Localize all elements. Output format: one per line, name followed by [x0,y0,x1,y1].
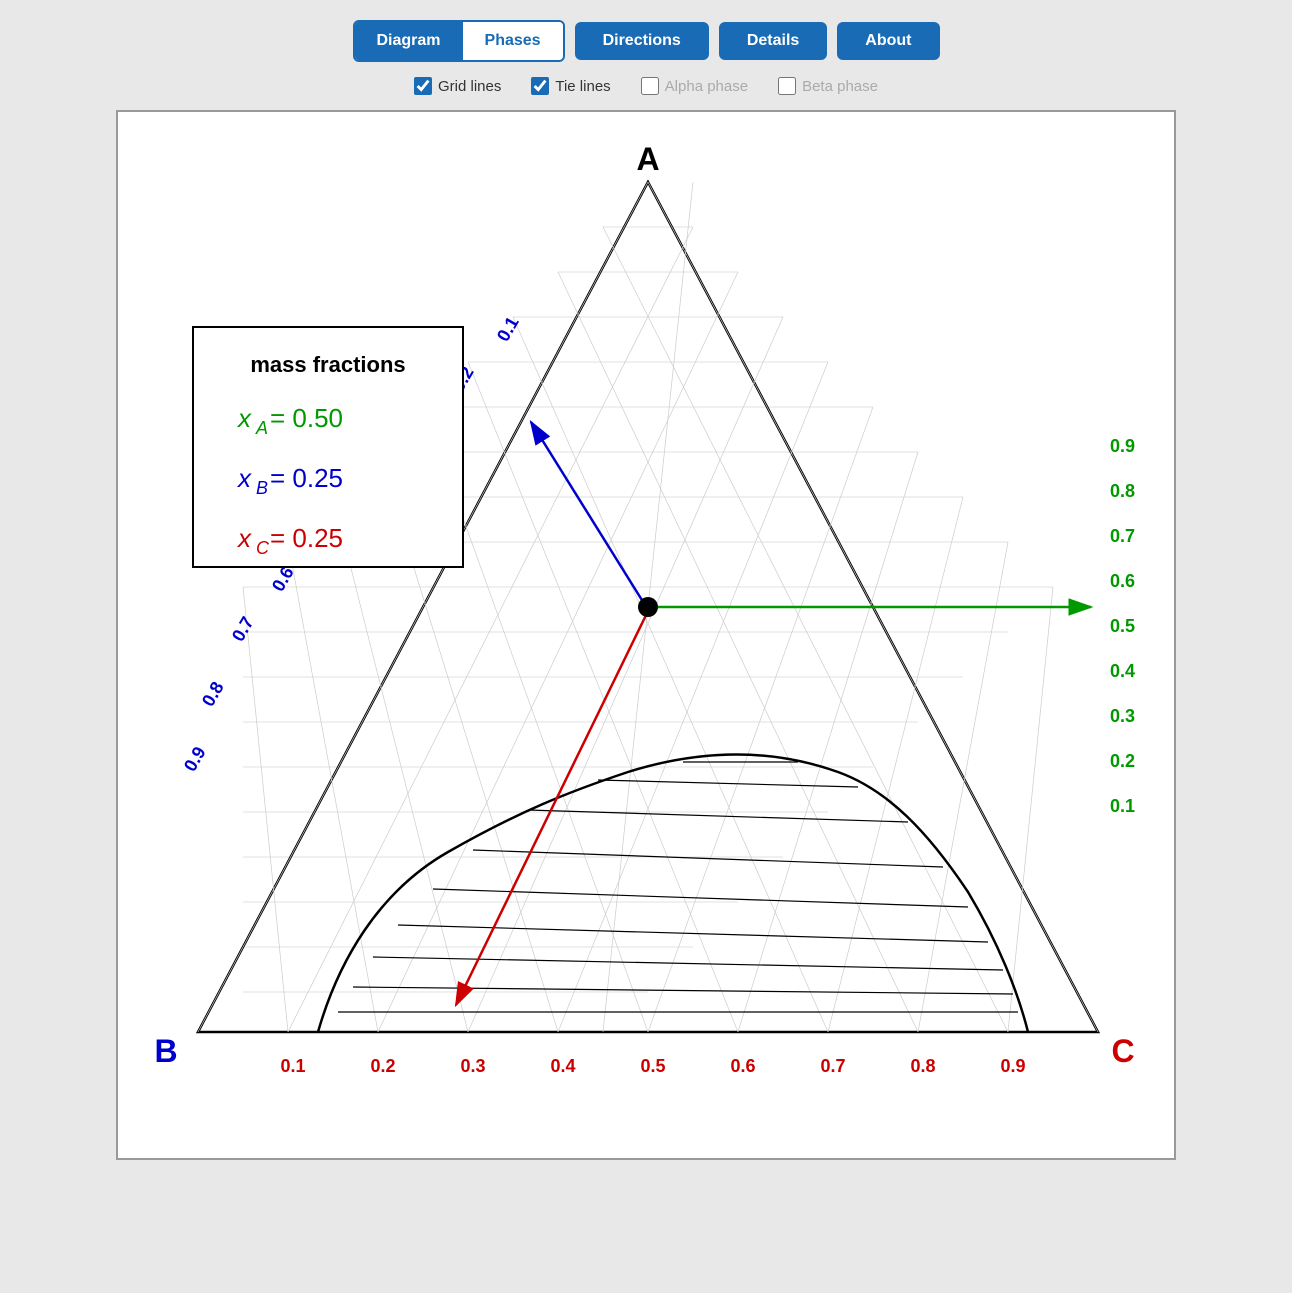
svg-text:0.7: 0.7 [820,1056,845,1076]
svg-text:0.1: 0.1 [1110,796,1135,816]
svg-text:0.3: 0.3 [460,1056,485,1076]
current-point[interactable] [638,597,658,617]
grid-lines-checkbox-label[interactable]: Grid lines [414,77,501,95]
diagram-button[interactable]: Diagram [355,22,463,60]
phases-button[interactable]: Phases [463,22,563,60]
alpha-phase-checkbox[interactable] [641,77,659,95]
tie-lines [338,762,1018,1012]
grid-lines-label: Grid lines [438,78,501,95]
grid-lines-checkbox[interactable] [414,77,432,95]
xA-value: = 0.50 [270,403,343,433]
tie-lines-label: Tie lines [555,78,610,95]
svg-text:0.8: 0.8 [910,1056,935,1076]
xA-sub: A [255,418,268,438]
svg-text:0.6: 0.6 [1110,571,1135,591]
alpha-phase-label: Alpha phase [665,78,748,95]
vertex-b-label: B [154,1033,177,1069]
vertex-a-label: A [636,141,659,177]
xA-label: x [236,403,252,433]
tie-lines-checkbox-label[interactable]: Tie lines [531,77,610,95]
svg-text:0.9: 0.9 [180,743,210,775]
svg-text:0.2: 0.2 [370,1056,395,1076]
xB-value: = 0.25 [270,463,343,493]
xC-label: x [236,523,252,553]
vertex-c-label: C [1111,1033,1134,1069]
svg-text:0.9: 0.9 [1110,436,1135,456]
about-button[interactable]: About [837,22,939,60]
top-navigation: Diagram Phases Directions Details About [353,20,940,62]
svg-text:0.1: 0.1 [493,313,523,345]
tie-lines-checkbox[interactable] [531,77,549,95]
mass-fractions-title: mass fractions [250,352,405,377]
svg-text:0.1: 0.1 [280,1056,305,1076]
svg-text:0.4: 0.4 [550,1056,575,1076]
blue-arrow [531,422,645,605]
svg-text:0.4: 0.4 [1110,661,1135,681]
svg-text:0.5: 0.5 [640,1056,665,1076]
svg-text:0.9: 0.9 [1000,1056,1025,1076]
directions-button[interactable]: Directions [575,22,709,60]
red-axis-labels: 0.1 0.2 0.3 0.4 0.5 0.6 0.7 0.8 0.9 [280,1056,1025,1076]
ternary-diagram-svg[interactable]: A B C 0.9 0.8 0.7 0.6 0.5 0.4 0.3 0.2 0.… [138,132,1158,1132]
xC-value: = 0.25 [270,523,343,553]
svg-text:0.2: 0.2 [1110,751,1135,771]
svg-text:0.8: 0.8 [1110,481,1135,501]
svg-text:0.7: 0.7 [1110,526,1135,546]
xC-sub: C [256,538,270,558]
svg-text:0.5: 0.5 [1110,616,1135,636]
beta-phase-checkbox-label[interactable]: Beta phase [778,77,878,95]
details-button[interactable]: Details [719,22,827,60]
ternary-diagram-container: A B C 0.9 0.8 0.7 0.6 0.5 0.4 0.3 0.2 0.… [116,110,1176,1160]
xB-label: x [236,463,252,493]
svg-text:0.6: 0.6 [730,1056,755,1076]
svg-text:0.3: 0.3 [1110,706,1135,726]
alpha-phase-checkbox-label[interactable]: Alpha phase [641,77,748,95]
xB-sub: B [256,478,268,498]
beta-phase-checkbox[interactable] [778,77,796,95]
green-axis-labels: 0.9 0.8 0.7 0.6 0.5 0.4 0.3 0.2 0.1 [1110,436,1135,816]
svg-text:0.7: 0.7 [228,613,258,645]
checkbox-controls: Grid lines Tie lines Alpha phase Beta ph… [414,77,878,95]
svg-text:0.8: 0.8 [198,678,228,710]
diagram-phases-toggle: Diagram Phases [353,20,565,62]
beta-phase-label: Beta phase [802,78,878,95]
